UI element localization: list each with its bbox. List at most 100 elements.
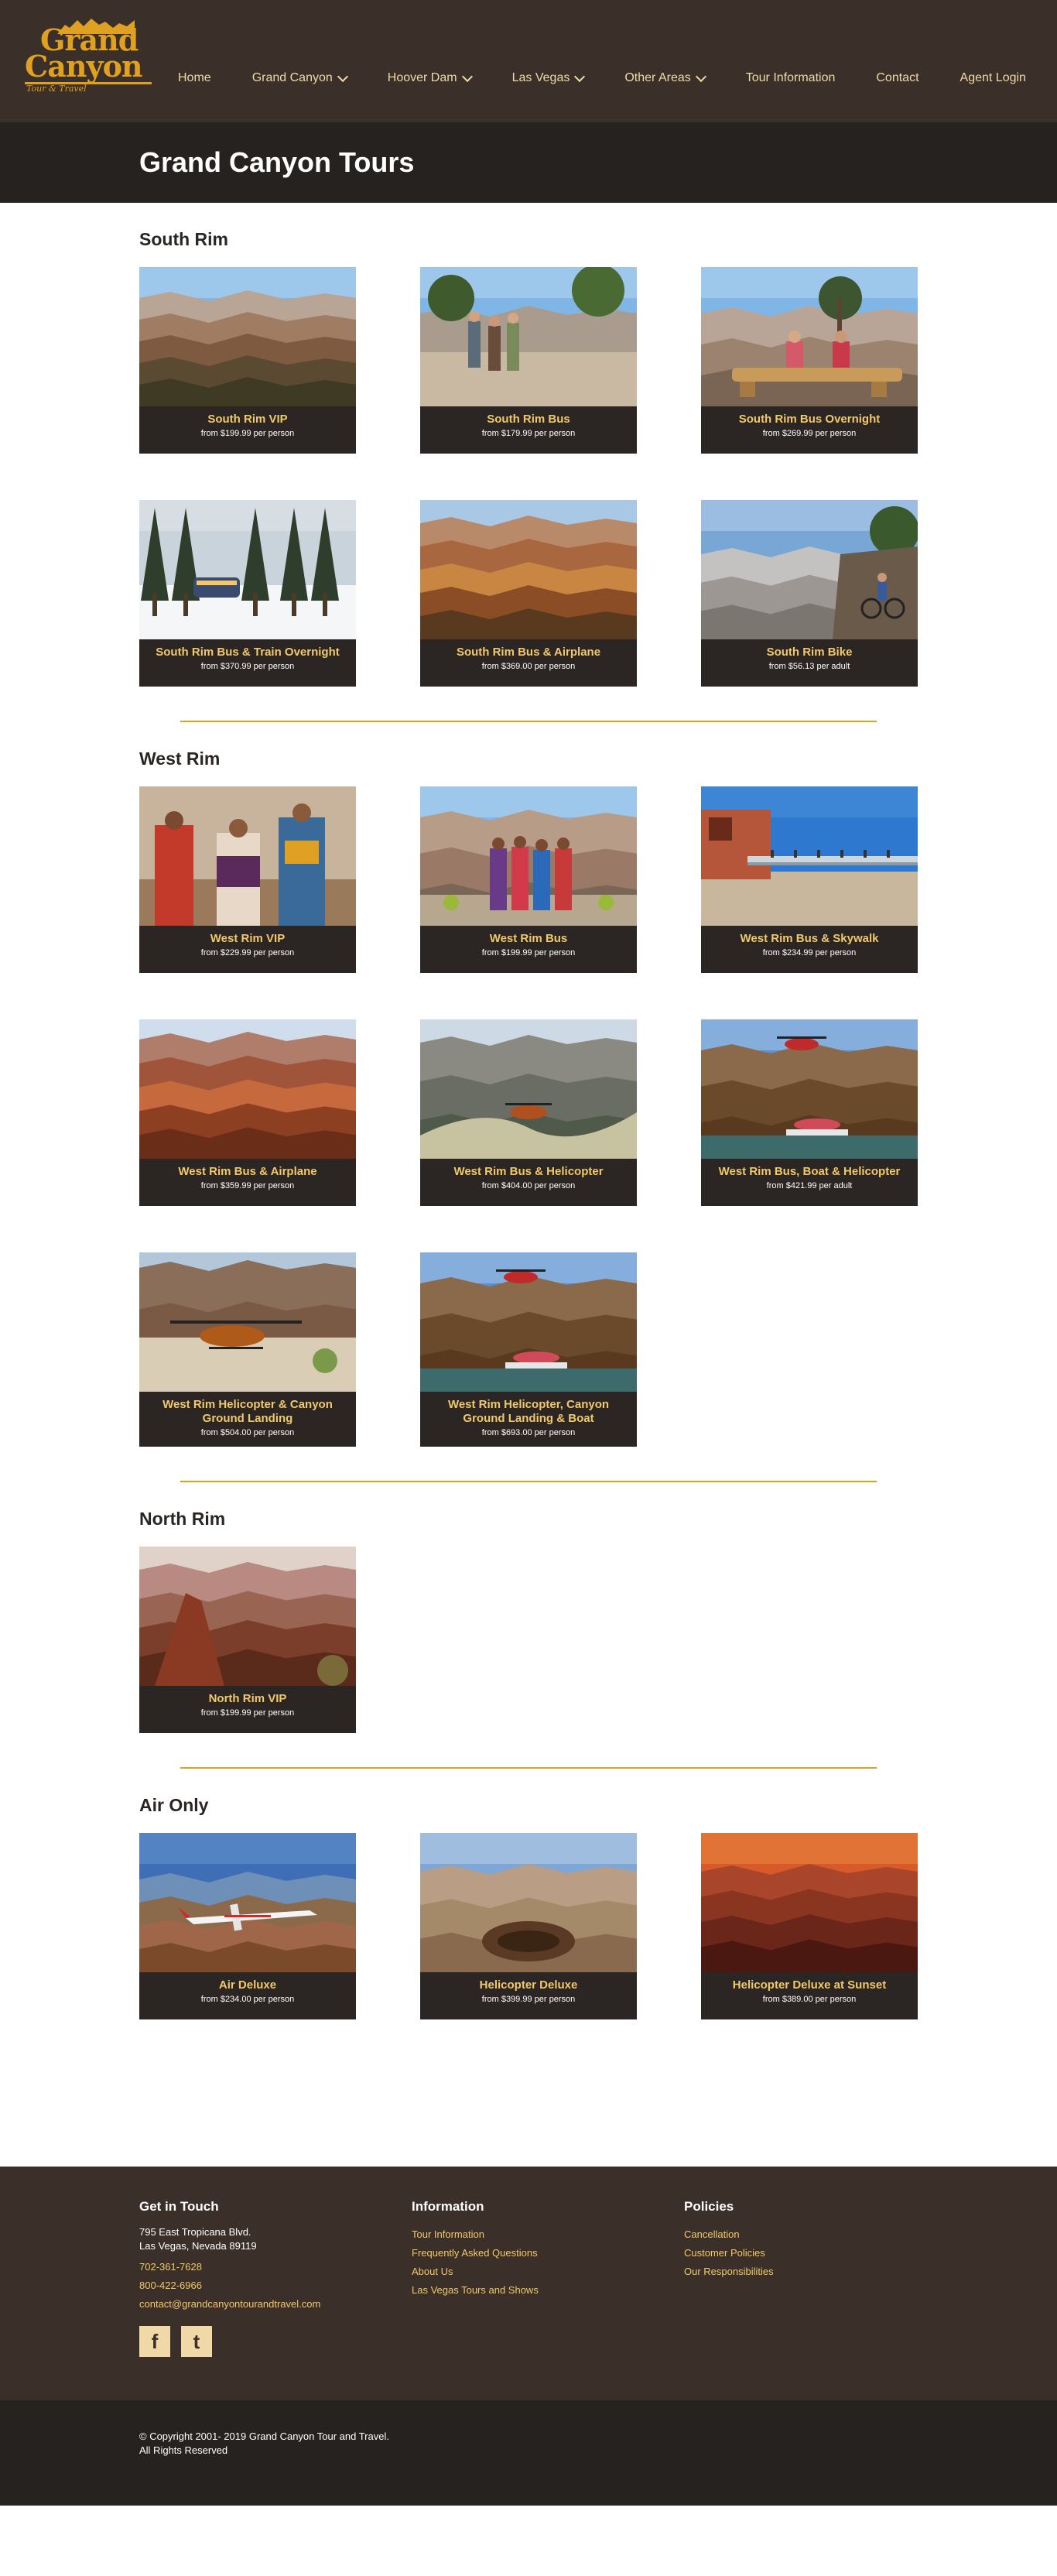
nav-item-hoover-dam[interactable]: Hoover Dam	[388, 70, 473, 85]
tour-card[interactable]: South Rim Bike from $56.13 per adult	[701, 500, 918, 687]
chevron-down-icon	[337, 70, 348, 82]
tour-price: from $399.99 per person	[481, 1995, 576, 2004]
facebook-icon[interactable]: f	[139, 2326, 170, 2357]
tour-card[interactable]: South Rim Bus & Airplane from $369.00 per…	[420, 500, 637, 687]
footer-link[interactable]: Las Vegas Tours and Shows	[412, 2281, 539, 2300]
chevron-down-icon	[574, 70, 586, 82]
tour-photo	[139, 1252, 356, 1392]
tour-price: from $369.00 per person	[481, 662, 576, 671]
nav-item-agent-login[interactable]: Agent Login	[960, 71, 1026, 85]
section-divider	[180, 721, 877, 722]
copyright-text: © Copyright 2001- 2019 Grand Canyon Tour…	[139, 2430, 389, 2456]
tour-photo	[420, 1833, 637, 1972]
tour-name: South Rim Bus & Airplane	[456, 646, 601, 659]
tour-price: from $504.00 per person	[200, 1428, 295, 1437]
phone-link[interactable]: 702-361-7628	[139, 2258, 320, 2276]
tour-photo	[420, 786, 637, 926]
tour-caption: West Rim Bus & Airplane from $359.99 per …	[139, 1159, 356, 1206]
social-links: ft	[139, 2326, 320, 2357]
tour-name: South Rim VIP	[207, 413, 288, 426]
section-divider	[180, 1481, 877, 1482]
section-air-only: Air Only Air Deluxe from $234.00 per pers…	[139, 1795, 918, 2019]
tour-photo	[139, 267, 356, 406]
footer-link[interactable]: Frequently Asked Questions	[412, 2244, 539, 2263]
tour-photo	[139, 1547, 356, 1686]
tour-card[interactable]: West Rim Helicopter & Canyon Ground Land…	[139, 1252, 356, 1447]
tour-card[interactable]: West Rim Bus & Airplane from $359.99 per …	[139, 1019, 356, 1206]
tour-caption: South Rim Bus Overnight from $269.99 per …	[701, 406, 918, 454]
phone-link[interactable]: 800-422-6966	[139, 2276, 320, 2295]
footer-link[interactable]: Our Responsibilities	[684, 2263, 774, 2281]
tour-card[interactable]: Air Deluxe from $234.00 per person	[139, 1833, 356, 2019]
tour-caption: West Rim Bus & Skywalk from $234.99 per p…	[701, 926, 918, 973]
nav-item-grand-canyon[interactable]: Grand Canyon	[252, 70, 348, 85]
tour-caption: West Rim Bus from $199.99 per person	[420, 926, 637, 973]
tour-image	[420, 267, 637, 406]
tour-price: from $370.99 per person	[200, 662, 295, 671]
tour-grid: West Rim VIP from $229.99 per person West…	[139, 786, 918, 1447]
tour-card[interactable]: South Rim Bus from $179.99 per person	[420, 267, 637, 454]
section-south-rim: South Rim South Rim VIP from $199.99 per …	[139, 229, 918, 687]
nav-item-other-areas[interactable]: Other Areas	[624, 70, 706, 85]
tour-photo	[139, 786, 356, 926]
tour-photo	[701, 267, 918, 406]
tour-card[interactable]: Helicopter Deluxe at Sunset from $389.00 …	[701, 1833, 918, 2019]
tour-caption: West Rim Bus, Boat & Helicopter from $421…	[701, 1159, 918, 1206]
tour-image	[139, 1547, 356, 1686]
tour-price: from $421.99 per adult	[766, 1181, 853, 1190]
tour-caption: West Rim Bus & Helicopter from $404.00 pe…	[420, 1159, 637, 1206]
footer-link[interactable]: Customer Policies	[684, 2244, 774, 2263]
tour-card[interactable]: South Rim Bus & Train Overnight from $370…	[139, 500, 356, 687]
tour-caption: West Rim Helicopter, Canyon Ground Landi…	[420, 1392, 637, 1447]
tour-image	[139, 1833, 356, 1972]
twitter-icon[interactable]: t	[181, 2326, 212, 2357]
tour-card[interactable]: West Rim Helicopter, Canyon Ground Landi…	[420, 1252, 637, 1447]
section-divider	[180, 1767, 877, 1769]
email-link[interactable]: contact@grandcanyontourandtravel.com	[139, 2295, 320, 2314]
section-title: South Rim	[139, 229, 228, 249]
tour-card[interactable]: South Rim VIP from $199.99 per person	[139, 267, 356, 454]
tour-photo	[701, 1833, 918, 1972]
tour-card[interactable]: Helicopter Deluxe from $399.99 per person	[420, 1833, 637, 2019]
tour-name: Helicopter Deluxe	[479, 1978, 578, 1992]
nav-item-tour-information[interactable]: Tour Information	[746, 71, 836, 85]
footer-link[interactable]: Cancellation	[684, 2225, 774, 2244]
section-north-rim: North Rim North Rim VIP from $199.99 per …	[139, 1509, 918, 1733]
footer-link[interactable]: About Us	[412, 2263, 539, 2281]
tour-price: from $179.99 per person	[481, 429, 576, 438]
tour-card[interactable]: West Rim Bus & Helicopter from $404.00 pe…	[420, 1019, 637, 1206]
footer-contact: Get in Touch 795 East Tropicana Blvd. La…	[139, 2199, 320, 2357]
site-footer: Get in Touch 795 East Tropicana Blvd. La…	[0, 2167, 1057, 2400]
tour-image	[420, 500, 637, 639]
tour-caption: Helicopter Deluxe from $399.99 per person	[420, 1972, 637, 2019]
tour-image	[420, 1019, 637, 1159]
tour-card[interactable]: West Rim Bus & Skywalk from $234.99 per p…	[701, 786, 918, 973]
tour-price: from $404.00 per person	[481, 1181, 576, 1190]
site-logo[interactable]: Grand Canyon Tour & Travel	[23, 15, 152, 94]
tour-price: from $199.99 per person	[481, 948, 576, 957]
footer-link[interactable]: Tour Information	[412, 2225, 539, 2244]
tour-name: Helicopter Deluxe at Sunset	[732, 1978, 887, 1992]
tour-caption: South Rim Bus from $179.99 per person	[420, 406, 637, 454]
nav-item-las-vegas[interactable]: Las Vegas	[512, 70, 586, 85]
tour-listing: South Rim South Rim VIP from $199.99 per …	[0, 229, 1057, 2019]
tour-card[interactable]: West Rim VIP from $229.99 per person	[139, 786, 356, 973]
tour-photo	[139, 1833, 356, 1972]
tour-price: from $234.99 per person	[762, 948, 857, 957]
tour-name: Air Deluxe	[218, 1978, 277, 1992]
tour-price: from $229.99 per person	[200, 948, 295, 957]
tour-price: from $56.13 per adult	[768, 662, 850, 671]
tour-name: West Rim Helicopter & Canyon Ground Land…	[162, 1398, 333, 1425]
tour-image	[139, 1019, 356, 1159]
tour-card[interactable]: North Rim VIP from $199.99 per person	[139, 1547, 356, 1733]
tour-name: West Rim Bus, Boat & Helicopter	[718, 1165, 901, 1178]
tour-card[interactable]: West Rim Bus, Boat & Helicopter from $421…	[701, 1019, 918, 1206]
tour-card[interactable]: South Rim Bus Overnight from $269.99 per …	[701, 267, 918, 454]
tour-photo	[701, 500, 918, 639]
nav-item-contact[interactable]: Contact	[876, 71, 918, 85]
tour-price: from $199.99 per person	[200, 429, 295, 438]
tour-caption: West Rim VIP from $229.99 per person	[139, 926, 356, 973]
nav-item-home[interactable]: Home	[178, 71, 211, 85]
tour-card[interactable]: West Rim Bus from $199.99 per person	[420, 786, 637, 973]
tour-caption: North Rim VIP from $199.99 per person	[139, 1686, 356, 1733]
